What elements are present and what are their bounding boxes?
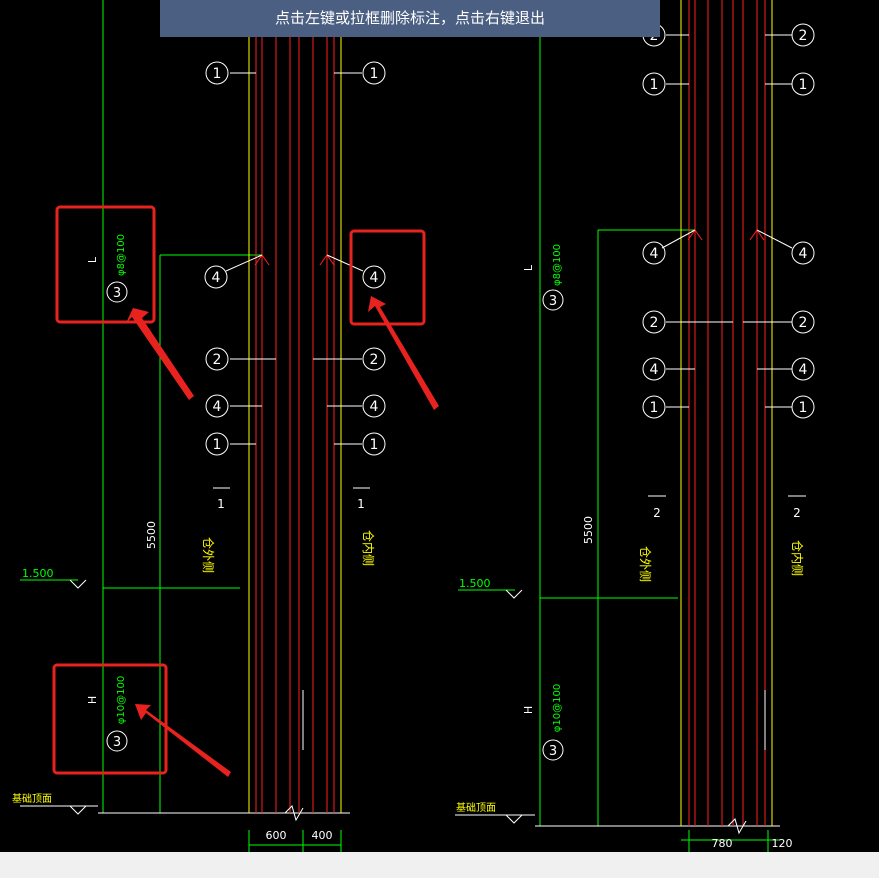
span-rebar-spec: φ8@100 — [552, 244, 563, 286]
foundation-top-label: 基础顶面 — [12, 792, 52, 805]
marker-4: 4 — [370, 270, 379, 286]
span-rebar-spec: φ8@100 — [116, 234, 127, 276]
marker-4: 4 — [799, 362, 808, 378]
section-mark: 1 — [217, 497, 225, 511]
elevation-label: 1.500 — [459, 577, 491, 590]
marker-2: 2 — [370, 352, 379, 368]
marker-1: 1 — [370, 66, 379, 82]
marker-2: 2 — [799, 315, 808, 331]
callout-box — [55, 205, 156, 324]
height-rebar-spec: φ10@100 — [552, 684, 563, 732]
marker-4: 4 — [213, 399, 222, 415]
callout-arrows — [126, 296, 439, 777]
span-label: L — [86, 256, 99, 263]
callout-box — [349, 229, 426, 326]
marker-3: 3 — [113, 286, 121, 301]
section-mark: 2 — [653, 506, 661, 520]
hint-bar: 点击左键或拉框删除标注，点击右键退出 — [160, 0, 660, 37]
dimension-height: 5500 — [582, 516, 595, 544]
marker-2: 2 — [213, 352, 222, 368]
marker-3: 3 — [549, 744, 557, 759]
marker-4: 4 — [650, 246, 659, 262]
callout-annotations — [52, 205, 426, 775]
callout-box — [52, 663, 168, 775]
marker-1: 1 — [213, 437, 222, 453]
elevation-label: 1.500 — [22, 567, 54, 580]
right-wall-section — [455, 0, 806, 852]
inner-side-label: 仓内侧 — [790, 540, 804, 576]
section-mark: 1 — [357, 497, 365, 511]
marker-3: 3 — [549, 294, 557, 309]
outer-side-label: 仓外侧 — [638, 546, 652, 582]
marker-4: 4 — [799, 246, 808, 262]
dimension-height: 5500 — [145, 521, 158, 549]
marker-1: 1 — [650, 400, 659, 416]
dimension-right: 120 — [772, 837, 793, 850]
left-wall-section — [20, 0, 370, 852]
marker-2: 2 — [650, 315, 659, 331]
marker-4: 4 — [212, 270, 221, 286]
span-label: L — [522, 264, 535, 271]
right-rebar-markers — [542, 23, 815, 761]
marker-1: 1 — [650, 77, 659, 93]
marker-4: 4 — [370, 399, 379, 415]
marker-1: 1 — [799, 77, 808, 93]
marker-1: 1 — [213, 66, 222, 82]
height-label: H — [522, 706, 535, 714]
inner-side-label: 仓内侧 — [361, 530, 375, 566]
dimension-left: 600 — [266, 829, 287, 842]
foundation-top-label: 基础顶面 — [456, 801, 496, 814]
outer-side-label: 仓外侧 — [201, 537, 215, 573]
status-bar — [0, 852, 879, 878]
cad-drawing-canvas[interactable]: 1 1 4 4 2 2 4 4 1 1 3 3 1 1 L φ8@100 H φ… — [0, 0, 879, 852]
height-label: H — [86, 696, 99, 704]
marker-2: 2 — [799, 28, 808, 44]
dimension-right: 400 — [312, 829, 333, 842]
section-mark: 2 — [793, 506, 801, 520]
height-rebar-spec: φ10@100 — [116, 676, 127, 724]
cad-drawing-svg[interactable]: 1 1 4 4 2 2 4 4 1 1 3 3 1 1 L φ8@100 H φ… — [0, 0, 879, 852]
arrow-icon — [135, 704, 231, 777]
marker-1: 1 — [799, 400, 808, 416]
dimension-left: 780 — [712, 837, 733, 850]
marker-1: 1 — [370, 437, 379, 453]
marker-4: 4 — [650, 362, 659, 378]
marker-3: 3 — [113, 735, 121, 750]
arrow-icon — [368, 296, 439, 410]
